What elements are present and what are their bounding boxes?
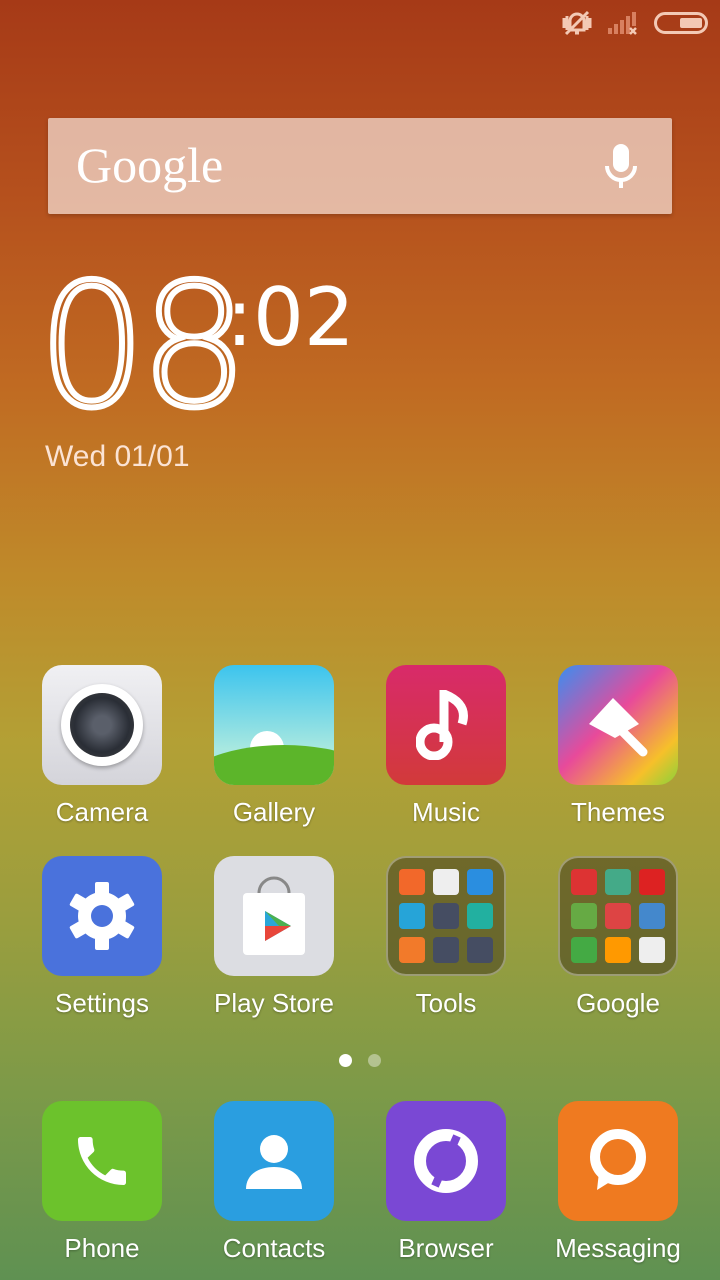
gallery-icon [214,665,334,785]
folder-app-icon [399,903,425,929]
vibrate-off-icon [562,10,592,36]
app-label: Contacts [222,1233,326,1263]
app-label: Phone [64,1233,140,1263]
app-themes[interactable]: Themes [532,665,704,828]
page-indicator[interactable] [339,1054,381,1067]
app-label: Tools [415,988,477,1018]
gear-icon [42,856,162,976]
folder-app-icon [467,937,493,963]
folder-app-icon [399,937,425,963]
app-music[interactable]: Music [360,665,532,828]
app-label: Music [412,797,480,827]
battery-icon [654,12,708,34]
dock-phone[interactable]: Phone [16,1101,188,1264]
clock-hours[interactable]: 08 [35,259,251,435]
mic-icon[interactable] [604,144,638,190]
signal-no-service-icon [608,12,637,35]
folder-app-icon [433,937,459,963]
folder-icon [386,856,506,976]
folder-app-icon [433,903,459,929]
google-search-bar[interactable]: Google [48,118,672,214]
folder-app-icon [571,869,597,895]
clock-date: Wed 01/01 [45,440,190,473]
brush-icon [558,665,678,785]
phone-icon [42,1101,162,1221]
app-play-store[interactable]: Play Store [188,856,360,1019]
browser-icon [386,1101,506,1221]
music-icon [386,665,506,785]
app-label: Play Store [214,988,334,1018]
app-camera[interactable]: Camera [16,665,188,828]
dock-contacts[interactable]: Contacts [188,1101,360,1264]
dock-browser[interactable]: Browser [360,1101,532,1264]
google-logo: Google [76,137,224,193]
page-dot-2[interactable] [368,1054,381,1067]
folder-app-icon [467,903,493,929]
folder-app-icon [467,869,493,895]
folder-app-icon [605,869,631,895]
folder-app-icon [399,869,425,895]
folder-tools[interactable]: Tools [360,856,532,1019]
play-store-icon [214,856,334,976]
app-label: Google [576,988,660,1018]
app-gallery[interactable]: Gallery [188,665,360,828]
folder-app-icon [571,937,597,963]
page-dot-1[interactable] [339,1054,352,1067]
folder-icon [558,856,678,976]
camera-icon [42,665,162,785]
folder-app-icon [571,903,597,929]
folder-app-icon [639,903,665,929]
app-label: Camera [55,797,149,827]
app-label: Themes [571,797,665,827]
app-label: Settings [55,988,149,1018]
folder-app-icon [605,903,631,929]
folder-google[interactable]: Google [532,856,704,1019]
folder-app-icon [639,869,665,895]
folder-app-icon [433,869,459,895]
app-settings[interactable]: Settings [16,856,188,1019]
message-icon [558,1101,678,1221]
app-label: Gallery [232,797,316,827]
app-label: Messaging [555,1233,681,1263]
contacts-icon [214,1101,334,1221]
clock-minutes[interactable]: :02 [226,278,355,358]
app-label: Browser [398,1233,494,1263]
status-bar [562,10,708,36]
dock-messaging[interactable]: Messaging [532,1101,704,1264]
folder-app-icon [639,937,665,963]
folder-app-icon [605,937,631,963]
